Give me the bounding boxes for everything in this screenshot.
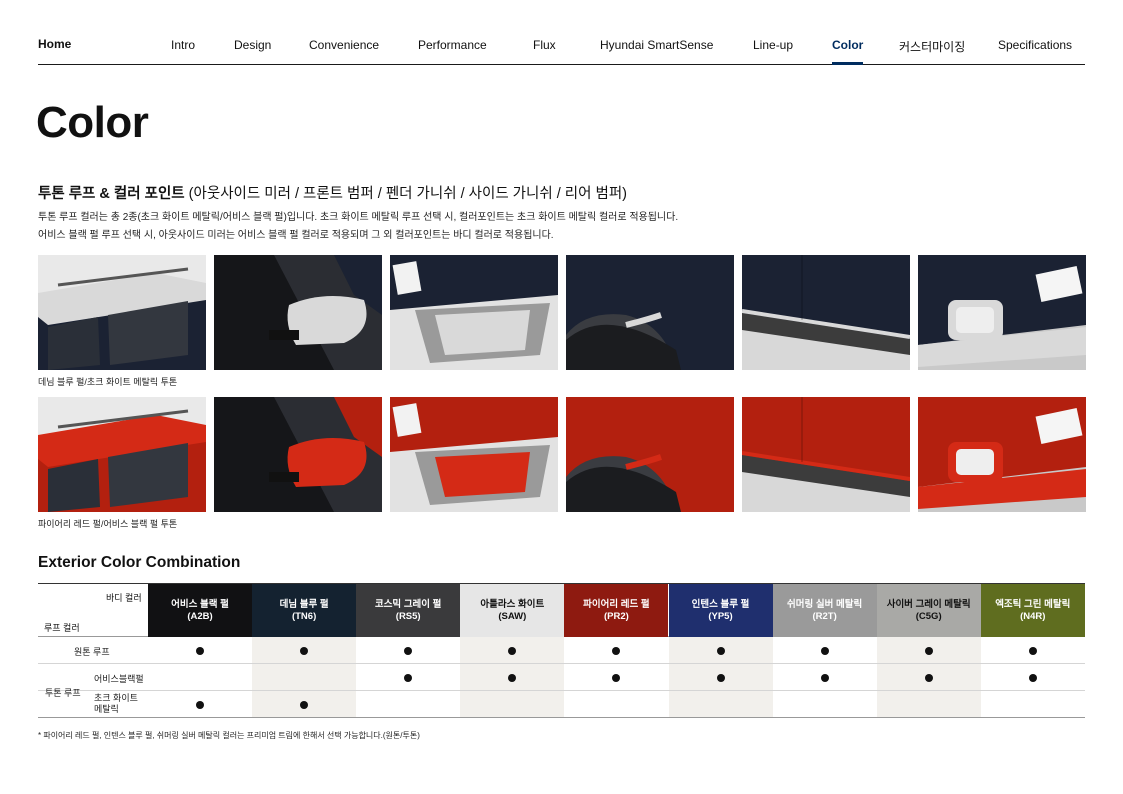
page-title: Color — [36, 98, 149, 147]
color-name: 사이버 그레이 메탈릭 — [886, 598, 971, 610]
nav-item-performance[interactable]: Performance — [418, 38, 487, 52]
row-label-onetone: 원톤 루프 — [74, 647, 110, 657]
table-cell — [773, 691, 877, 717]
table-cell — [876, 691, 981, 717]
color-name: 아틀라스 화이트 — [480, 598, 545, 610]
table-row-onetone: 원톤 루프 — [38, 637, 1085, 664]
photo-mirror — [214, 255, 382, 370]
color-swatch: 사이버 그레이 메탈릭 (C5G) — [876, 584, 981, 637]
color-swatch: 인텐스 블루 펄 (YP5) — [668, 584, 773, 637]
color-swatch: 파이어리 레드 펄 (PR2) — [564, 584, 669, 637]
header-roof-color-label: 루프 컬러 — [44, 623, 80, 633]
photo-roof — [38, 255, 206, 370]
section-heading: 투톤 루프 & 컬러 포인트 (아웃사이드 미러 / 프론트 범퍼 / 펜더 가… — [38, 182, 627, 203]
nav-active-indicator — [832, 62, 863, 65]
color-swatch: 엑조틱 그린 메탈릭 (N4R) — [980, 584, 1085, 637]
color-code: (RS5) — [395, 610, 421, 622]
table-row-twotone-white: 초크 화이트 메탈릭 — [38, 691, 1085, 718]
color-swatch: 코스믹 그레이 펄 (RS5) — [356, 584, 461, 637]
availability-dot — [196, 701, 205, 709]
color-name: 데님 블루 펄 — [279, 598, 329, 610]
nav-item-design[interactable]: Design — [234, 38, 271, 52]
color-swatch: 데님 블루 펄 (TN6) — [252, 584, 357, 637]
section-description-line-1: 투톤 루프 컬러는 총 2종(초크 화이트 메탈릭/어비스 블랙 펄)입니다. … — [38, 212, 679, 223]
table-cell — [252, 664, 357, 690]
header-body-color-label: 바디 컬러 — [106, 593, 142, 603]
color-name: 어비스 블랙 펄 — [171, 598, 229, 610]
table-cell — [981, 691, 1085, 717]
nav-item-specifications[interactable]: Specifications — [998, 38, 1072, 52]
table-cell — [356, 691, 460, 717]
color-code: (C5G) — [915, 610, 942, 622]
nav-item-convenience[interactable]: Convenience — [309, 38, 379, 52]
color-code: (SAW) — [498, 610, 527, 622]
color-swatch: 아틀라스 화이트 (SAW) — [460, 584, 565, 637]
nav-item-flux[interactable]: Flux — [533, 38, 556, 52]
availability-dot — [716, 647, 725, 655]
photo-fender-garnish — [566, 397, 734, 512]
photo-rear-bumper — [918, 397, 1086, 512]
photo-side-garnish — [742, 255, 910, 370]
availability-dot — [1028, 647, 1037, 655]
photo-front-bumper — [390, 397, 558, 512]
color-name: 인텐스 블루 펄 — [691, 598, 750, 610]
row-label-abyss-black: 어비스블랙펄 — [94, 674, 144, 684]
nav-item-smartsense[interactable]: Hyundai SmartSense — [600, 38, 713, 52]
color-code: (PR2) — [603, 610, 629, 622]
color-swatch: 쉬머링 실버 메탈릭 (R2T) — [772, 584, 877, 637]
row-group-twotone: 투톤 루프 — [45, 688, 81, 698]
nav-home-link[interactable]: Home — [38, 37, 71, 51]
photo-row-caption-1: 데님 블루 펄/초크 화이트 메탈릭 투톤 — [38, 377, 178, 387]
availability-dot — [1028, 674, 1037, 682]
nav-item-color[interactable]: Color — [832, 38, 863, 52]
table-cell — [148, 664, 252, 690]
availability-dot — [924, 647, 933, 655]
combination-heading: Exterior Color Combination — [38, 554, 241, 571]
footnote: * 파이어리 레드 펄, 인텐스 블루 펄, 쉬머링 실버 메탈릭 컬러는 프리… — [38, 731, 420, 740]
color-code: (A2B) — [187, 610, 213, 622]
photo-roof — [38, 397, 206, 512]
row-label-chalk-white: 초크 화이트 메탈릭 — [94, 693, 138, 714]
nav-item-lineup[interactable]: Line-up — [753, 38, 793, 52]
table-header-row: 바디 컬러 루프 컬러 어비스 블랙 펄 (A2B) 데님 블루 펄 (TN6) 코스믹… — [38, 584, 1085, 637]
table-cell — [564, 691, 668, 717]
availability-dot — [196, 647, 205, 655]
color-name: 파이어리 레드 펄 — [583, 598, 650, 610]
availability-dot — [820, 647, 829, 655]
photo-rear-bumper — [918, 255, 1086, 370]
color-code: (TN6) — [291, 610, 317, 622]
section-heading-parts: (아웃사이드 미러 / 프론트 범퍼 / 펜더 가니쉬 / 사이드 가니쉬 / … — [184, 186, 628, 202]
color-swatch: 어비스 블랙 펄 (A2B) — [148, 584, 252, 637]
table-cell — [668, 691, 773, 717]
photo-side-garnish — [742, 397, 910, 512]
photo-fender-garnish — [566, 255, 734, 370]
photo-front-bumper — [390, 255, 558, 370]
photo-row-caption-2: 파이어리 레드 펄/어비스 블랙 펄 투톤 — [38, 519, 178, 529]
color-code: (N4R) — [1020, 610, 1046, 622]
section-heading-main: 투톤 루프 & 컬러 포인트 — [38, 186, 185, 202]
color-name: 엑조틱 그린 메탈릭 — [995, 598, 1071, 610]
availability-dot — [820, 674, 829, 682]
color-code: (R2T) — [812, 610, 837, 622]
photo-mirror — [214, 397, 382, 512]
color-combination-table: 바디 컬러 루프 컬러 어비스 블랙 펄 (A2B) 데님 블루 펄 (TN6) 코스믹… — [38, 583, 1085, 718]
table-cell — [460, 691, 565, 717]
color-name: 쉬머링 실버 메탈릭 — [786, 598, 863, 610]
table-row-twotone-black: 어비스블랙펄 — [38, 664, 1085, 691]
color-code: (YP5) — [708, 610, 733, 622]
nav-item-customizing[interactable]: 커스터마이징 — [899, 38, 965, 55]
availability-dot — [924, 674, 933, 682]
nav-item-intro[interactable]: Intro — [171, 38, 195, 52]
availability-dot — [716, 674, 725, 682]
color-name: 코스믹 그레이 펄 — [374, 598, 442, 610]
section-description-line-2: 어비스 블랙 펄 루프 선택 시, 아웃사이드 미러는 어비스 블랙 펄 컬러로… — [38, 230, 554, 241]
top-navigation: Home Intro Design Convenience Performanc… — [38, 30, 1085, 65]
